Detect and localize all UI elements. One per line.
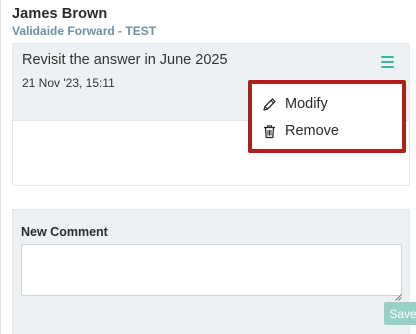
modify-menu-item[interactable]: Modify <box>262 93 398 115</box>
author-name: James Brown <box>12 6 108 22</box>
comment-text: Revisit the answer in June 2025 <box>22 52 228 68</box>
remove-label: Remove <box>285 123 339 139</box>
comment-timestamp: 21 Nov '23, 15:11 <box>22 76 115 90</box>
pencil-icon <box>262 97 277 112</box>
comments-panel: James Brown Validaide Forward - TEST Rev… <box>0 0 416 334</box>
new-comment-section: New Comment Save <box>12 209 416 334</box>
hamburger-icon[interactable] <box>381 56 395 68</box>
comment-context-menu: Modify Remove <box>248 80 406 153</box>
new-comment-textarea[interactable] <box>21 244 402 296</box>
panel-divider <box>0 0 1 334</box>
resize-grip-icon[interactable] <box>395 288 402 301</box>
new-comment-label: New Comment <box>21 225 108 239</box>
trash-icon <box>262 124 277 139</box>
modify-label: Modify <box>285 96 328 112</box>
save-button[interactable]: Save <box>384 302 416 325</box>
remove-menu-item[interactable]: Remove <box>262 120 398 142</box>
author-organization: Validaide Forward - TEST <box>12 24 157 38</box>
